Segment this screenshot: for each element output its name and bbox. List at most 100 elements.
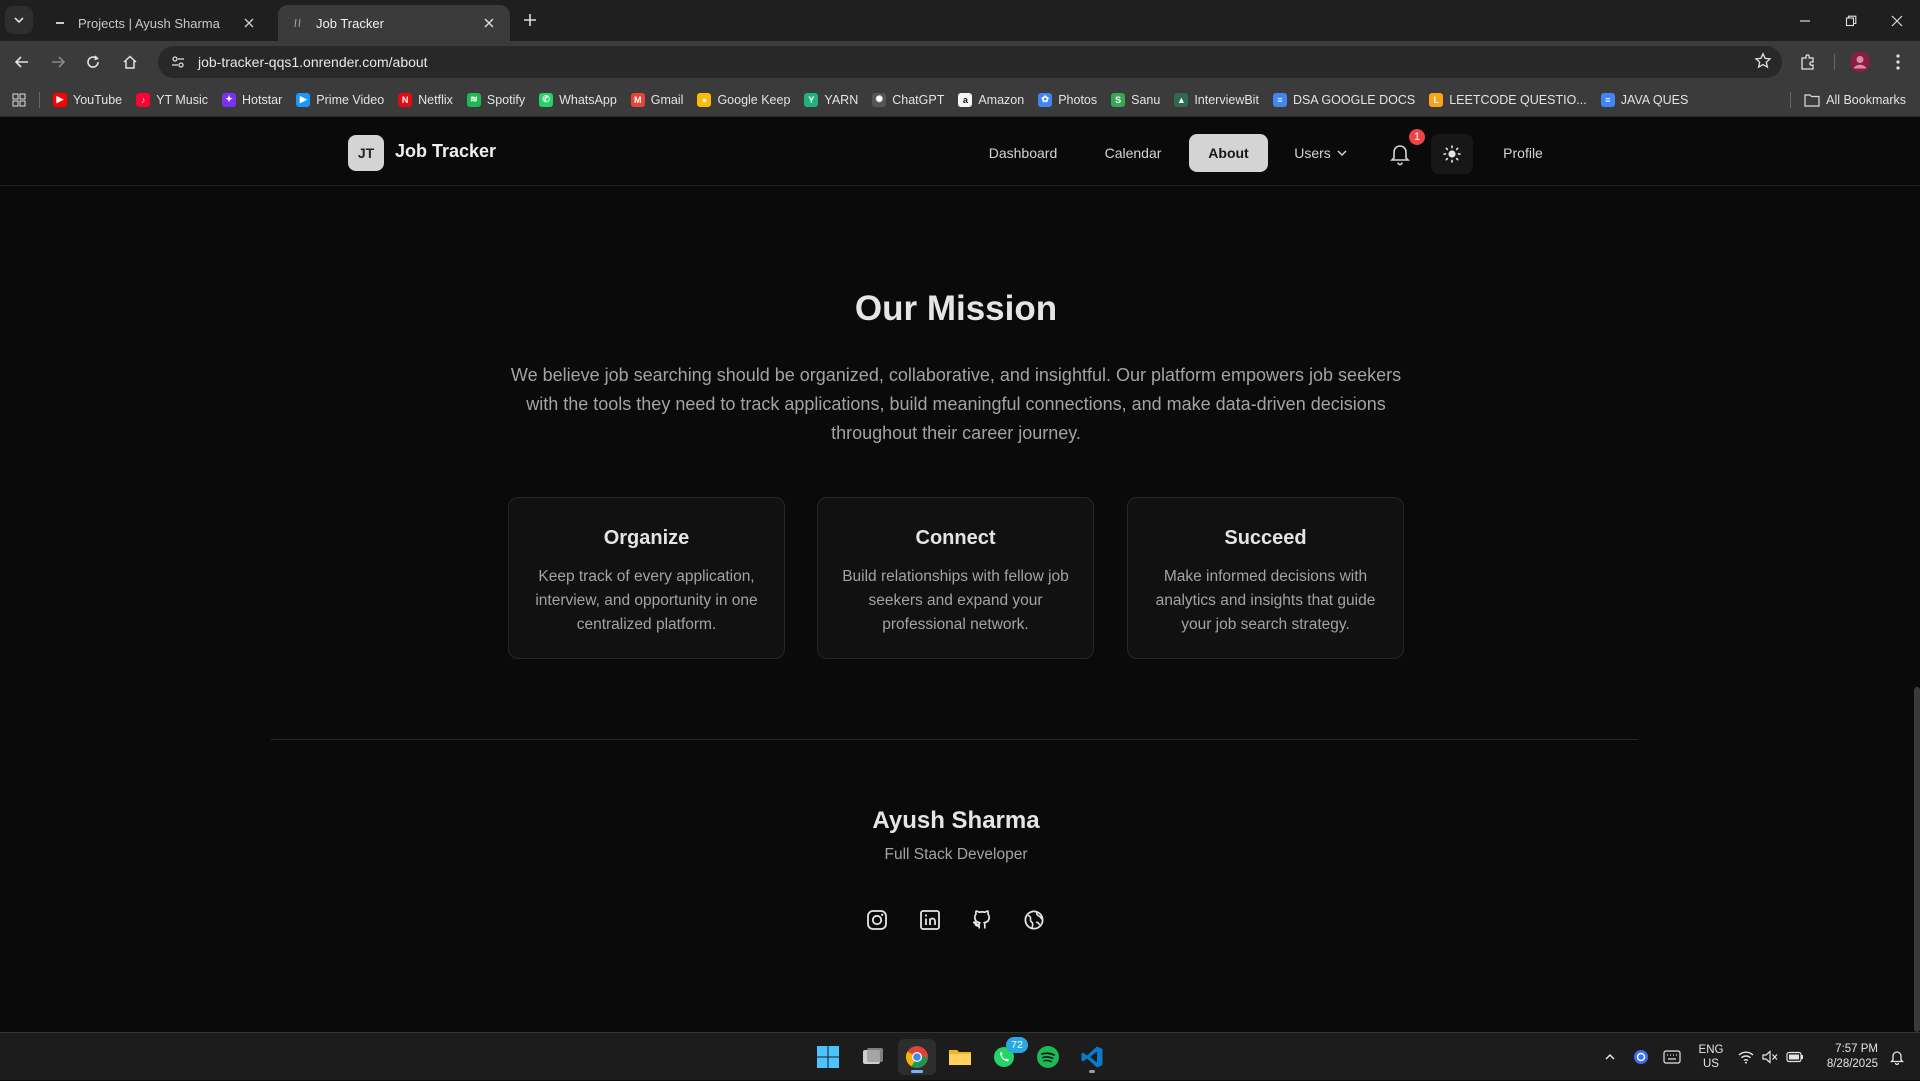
system-clock[interactable]: 7:57 PM 8/28/2025 [1810, 1042, 1878, 1072]
bookmark-label: JAVA QUES [1620, 92, 1689, 107]
bookmark-item[interactable]: ▶ YouTube [46, 87, 129, 113]
theme-toggle-button[interactable] [1431, 134, 1473, 174]
bookmark-favicon-icon: ✆ [539, 92, 554, 107]
show-hidden-icons-button[interactable] [1598, 1033, 1622, 1081]
bookmark-item[interactable]: S Sanu [1104, 87, 1167, 113]
whatsapp-taskbar-button[interactable]: 72 [985, 1037, 1028, 1075]
new-tab-button[interactable] [518, 8, 542, 32]
close-window-button[interactable] [1874, 0, 1920, 41]
clock-time: 7:57 PM [1835, 1043, 1878, 1055]
page-content: JT Job Tracker Dashboard Calendar About … [0, 117, 1920, 1032]
file-explorer-button[interactable] [941, 1039, 979, 1075]
back-button[interactable] [8, 48, 36, 76]
linkedin-link[interactable] [916, 906, 944, 934]
whatsapp-unread-badge: 72 [1006, 1037, 1028, 1053]
bookmark-item[interactable]: a Amazon [951, 87, 1031, 113]
bookmark-label: ChatGPT [892, 92, 945, 107]
start-button[interactable] [809, 1039, 847, 1075]
bookmark-item[interactable]: ✺ ChatGPT [865, 87, 951, 113]
all-bookmarks-button[interactable]: All Bookmarks [1797, 87, 1920, 113]
bookmark-favicon-icon: ♪ [136, 92, 151, 107]
bookmark-item[interactable]: Y YARN [797, 87, 865, 113]
vscode-taskbar-button[interactable] [1073, 1039, 1111, 1075]
browser-tab-job-tracker[interactable]: Job Tracker [278, 5, 510, 41]
puzzle-icon [1801, 54, 1814, 70]
feature-card-succeed: Succeed Make informed decisions with ana… [1127, 497, 1404, 659]
bookmarks-bar: ▶ YouTube ♪ YT Music ✦ Hotstar ▶ Prime Video N Ne… [0, 83, 1920, 117]
notifications-button[interactable] [1387, 141, 1413, 167]
home-button[interactable] [116, 48, 144, 76]
nav-profile[interactable]: Profile [1488, 134, 1558, 172]
spotify-icon [1037, 1046, 1059, 1068]
bookmark-item[interactable]: ♪ YT Music [129, 87, 215, 113]
forward-button[interactable] [44, 48, 72, 76]
bookmark-item[interactable]: ✆ WhatsApp [532, 87, 624, 113]
website-link[interactable] [1020, 906, 1048, 934]
bookmark-favicon-icon: ≡ [1272, 92, 1287, 107]
footer-author-role: Full Stack Developer [884, 846, 1028, 863]
spotify-taskbar-button[interactable] [1029, 1039, 1067, 1075]
page-scrollbar[interactable] [1914, 687, 1920, 1032]
extensions-button[interactable] [1794, 48, 1822, 76]
reload-icon [87, 55, 99, 68]
apps-button[interactable] [0, 87, 33, 113]
running-app-indicator [1089, 1070, 1095, 1073]
minimize-window-button[interactable] [1782, 0, 1828, 41]
bookmark-item[interactable]: ▲ InterviewBit [1167, 87, 1266, 113]
bookmark-item[interactable]: ≋ Spotify [460, 87, 532, 113]
github-icon [972, 910, 991, 929]
brand-title[interactable]: Job Tracker [395, 141, 496, 162]
bookmark-item[interactable]: N Netflix [391, 87, 460, 113]
reload-button[interactable] [79, 48, 107, 76]
bookmark-favicon-icon: M [630, 92, 645, 107]
bookmark-item[interactable]: M Gmail [624, 87, 691, 113]
profile-avatar-button[interactable] [1846, 48, 1874, 76]
nav-users[interactable]: Users [1286, 134, 1356, 172]
close-tab-icon[interactable] [240, 14, 258, 32]
input-language-indicator[interactable]: ENG US [1694, 1033, 1728, 1081]
bookmark-item[interactable]: ✦ Hotstar [215, 87, 289, 113]
chrome-taskbar-button[interactable] [898, 1039, 936, 1075]
windows-logo-icon [817, 1046, 839, 1068]
bookmark-item[interactable]: ▶ Prime Video [289, 87, 391, 113]
feature-card-connect: Connect Build relationships with fellow … [817, 497, 1094, 659]
task-view-button[interactable] [854, 1039, 892, 1075]
notification-badge: 1 [1409, 129, 1425, 145]
nav-about[interactable]: About [1189, 134, 1268, 172]
minimize-icon [1800, 19, 1810, 22]
bookmark-item[interactable]: ≡ DSA GOOGLE DOCS [1266, 87, 1422, 113]
bookmark-item[interactable]: ≡ JAVA QUES [1594, 87, 1696, 113]
github-link[interactable] [968, 906, 996, 934]
instagram-link[interactable] [863, 906, 891, 934]
bookmark-item[interactable]: L LEETCODE QUESTIO... [1422, 87, 1594, 113]
nav-dashboard[interactable]: Dashboard [973, 134, 1073, 172]
speaker-muted-icon [1762, 1050, 1778, 1064]
bookmark-list: ▶ YouTube ♪ YT Music ✦ Hotstar ▶ Prime Video N Ne… [46, 87, 1695, 113]
minus-favicon-icon [52, 15, 68, 31]
bookmark-item[interactable]: ✿ Photos [1031, 87, 1104, 113]
restore-window-button[interactable] [1828, 0, 1874, 41]
card-text: Build relationships with fellow job seek… [842, 568, 1069, 633]
touch-keyboard-button[interactable] [1660, 1033, 1684, 1081]
bookmark-label: YT Music [156, 92, 208, 107]
feature-card-organize: Organize Keep track of every application… [508, 497, 785, 659]
quick-settings-button[interactable] [1736, 1033, 1806, 1081]
tray-app-icon[interactable] [1630, 1033, 1652, 1081]
tab-search-button[interactable] [5, 6, 33, 34]
vscode-icon [1081, 1046, 1103, 1068]
browser-menu-button[interactable] [1884, 48, 1912, 76]
bookmark-item[interactable]: ● Google Keep [690, 87, 797, 113]
browser-tab-projects[interactable]: Projects | Ayush Sharma [40, 5, 270, 41]
site-info-icon[interactable] [162, 46, 194, 78]
notification-center-button[interactable] [1882, 1033, 1912, 1081]
bookmark-label: WhatsApp [559, 92, 617, 107]
logo-badge[interactable]: JT [348, 135, 384, 171]
address-bar[interactable]: job-tracker-qqs1.onrender.com/about [158, 46, 1782, 78]
bookmark-star-icon[interactable] [1754, 52, 1772, 70]
bookmark-favicon-icon: ✦ [222, 92, 236, 107]
nav-calendar[interactable]: Calendar [1090, 134, 1176, 172]
footer-author-name: Ayush Sharma [872, 807, 1040, 834]
language-code: ENG [1698, 1044, 1724, 1056]
close-tab-icon[interactable] [480, 14, 498, 32]
url-text[interactable]: job-tracker-qqs1.onrender.com/about [198, 54, 428, 70]
